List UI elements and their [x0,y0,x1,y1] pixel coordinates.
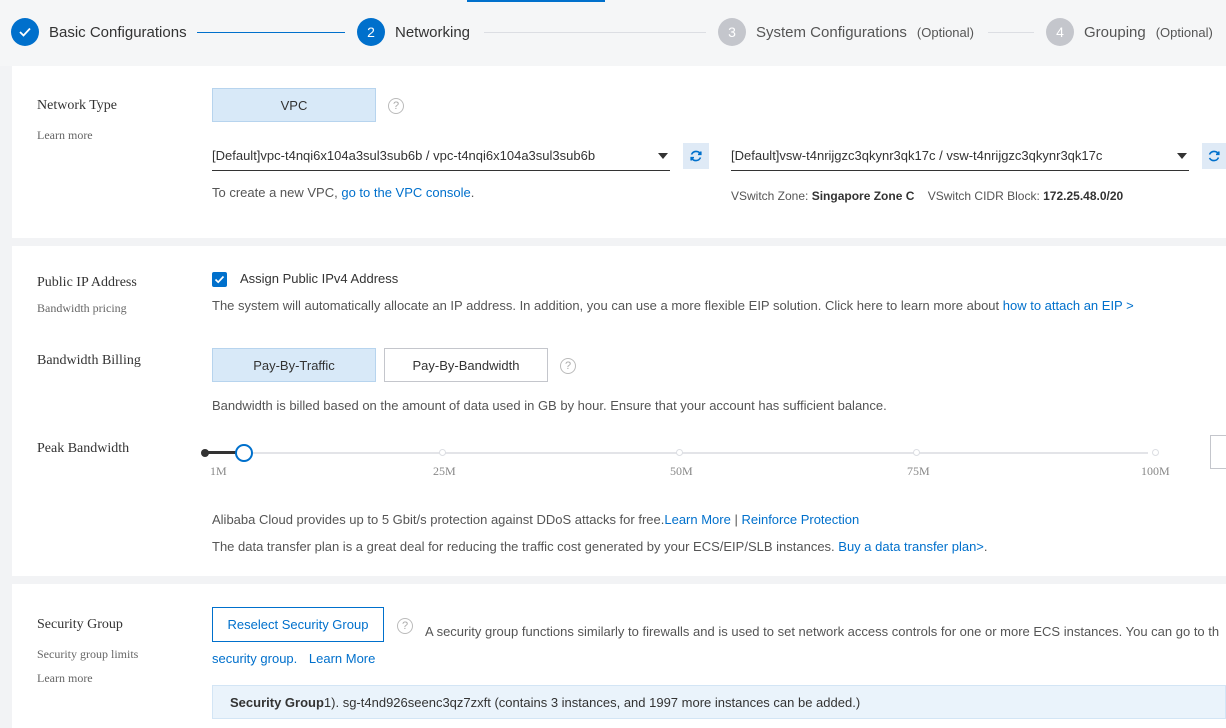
vpc-console-link[interactable]: go to the VPC console [341,185,470,200]
step-basic-configurations[interactable]: Basic Configurations [11,18,187,46]
vpc-hint: To create a new VPC, go to the VPC conso… [212,185,475,200]
steps-bar: Basic Configurations 2 Networking 3 Syst… [0,0,1226,66]
pay-by-bandwidth-button[interactable]: Pay-By-Bandwidth [384,348,548,382]
slider-tick [1152,449,1159,456]
data-transfer-notice: The data transfer plan is a great deal f… [212,539,988,554]
pay-by-traffic-button[interactable]: Pay-By-Traffic [212,348,376,382]
vpc-button[interactable]: VPC [212,88,376,122]
step-number: 2 [357,18,385,46]
assign-ipv4-checkbox[interactable] [212,272,227,287]
reselect-security-group-button[interactable]: Reselect Security Group [212,607,384,642]
step-connector [988,32,1034,33]
slider-tick [913,449,920,456]
slider-tick-label: 25M [433,464,456,478]
slider-tick-label: 50M [670,464,693,478]
help-icon[interactable]: ? [397,618,413,634]
vpc-select-value: [Default]vpc-t4nqi6x104a3sul3sub6b / vpc… [212,148,596,163]
slider-tick-label: 75M [907,464,930,478]
security-group-panel: Security Group Security group limits Lea… [12,584,1226,728]
step-system-configurations[interactable]: 3 System Configurations (Optional) [718,18,974,46]
buy-data-transfer-plan-link[interactable]: Buy a data transfer plan> [838,539,984,554]
attach-eip-link[interactable]: how to attach an EIP > [1003,298,1134,313]
eip-description: The system will automatically allocate a… [212,298,1134,313]
bandwidth-billing-label: Bandwidth Billing [37,353,141,368]
vswitch-cidr: 172.25.48.0/20 [1043,189,1124,203]
step-title: Basic Configurations [49,23,187,41]
ddos-notice: Alibaba Cloud provides up to 5 Gbit/s pr… [212,512,860,527]
peak-bandwidth-label: Peak Bandwidth [37,441,130,456]
step-number: 4 [1046,18,1074,46]
vswitch-select-value: [Default]vsw-t4nrijgzc3qkynr3qk17c / vsw… [731,148,1103,163]
check-icon [11,18,39,46]
billing-description: Bandwidth is billed based on the amount … [212,398,887,413]
step-connector [197,32,345,33]
security-group-label: Security Group [37,617,123,632]
public-ip-panel: Public IP Address Bandwidth pricing Assi… [12,246,1226,576]
network-learn-more[interactable]: Learn more [37,128,93,143]
slider-tick [676,449,683,456]
step-optional: (Optional) [916,24,974,40]
reinforce-protection-link[interactable]: Reinforce Protection [741,512,859,527]
security-learn-more-link[interactable]: Learn more [37,671,93,686]
help-icon[interactable]: ? [560,358,576,374]
security-group-row: Security Group 1). sg-t4nd926seenc3qz7zx… [212,685,1226,719]
security-group-link[interactable]: security group. [212,651,297,666]
network-panel: Network Type Learn more VPC ? [Default]v… [12,66,1226,238]
security-links: security group. Learn More [212,651,375,666]
bandwidth-pricing-link[interactable]: Bandwidth pricing [37,301,127,316]
step-connector [484,32,706,33]
refresh-icon[interactable] [1202,143,1226,169]
public-ip-label: Public IP Address [37,275,137,290]
slider-start-dot [201,449,209,457]
step-number: 3 [718,18,746,46]
slider-tick-label: 1M [210,464,227,478]
network-type-label: Network Type [37,98,118,113]
active-tab-indicator [467,0,605,2]
security-group-row-label: Security Group [230,694,324,710]
step-grouping[interactable]: 4 Grouping (Optional) [1046,18,1213,46]
security-group-limits-link[interactable]: Security group limits [37,647,138,662]
ddos-learn-more-link[interactable]: Learn More [664,512,730,527]
vswitch-info: VSwitch Zone: Singapore Zone C VSwitch C… [731,189,1124,203]
step-title: Networking [395,23,471,41]
chevron-down-icon [658,153,668,159]
assign-ipv4-label[interactable]: Assign Public IPv4 Address [240,271,398,286]
step-title: System Configurations [756,23,907,41]
chevron-down-icon [1177,153,1187,159]
refresh-icon[interactable] [683,143,709,169]
security-group-description: A security group functions similarly to … [425,624,1220,639]
bandwidth-stepper[interactable] [1210,435,1226,469]
vswitch-zone: Singapore Zone C [811,189,915,203]
help-icon[interactable]: ? [388,98,404,114]
security-learn-more-link[interactable]: Learn More [309,651,375,666]
slider-tick [439,449,446,456]
security-group-row-text: 1). sg-t4nd926seenc3qz7zxft (contains 3 … [323,694,861,710]
vpc-select[interactable]: [Default]vpc-t4nqi6x104a3sul3sub6b / vpc… [212,141,670,171]
step-title: Grouping [1084,23,1146,41]
bandwidth-slider-handle[interactable] [235,444,253,462]
slider-tick-label: 100M [1141,464,1170,478]
step-networking[interactable]: 2 Networking [357,18,470,46]
step-optional: (Optional) [1155,24,1213,40]
vswitch-select[interactable]: [Default]vsw-t4nrijgzc3qkynr3qk17c / vsw… [731,141,1189,171]
